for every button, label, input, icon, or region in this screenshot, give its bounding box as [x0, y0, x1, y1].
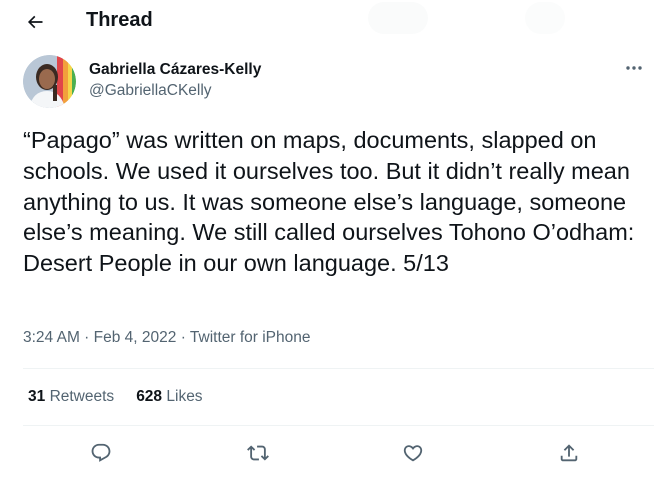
likes-count: 628: [136, 388, 163, 405]
share-button[interactable]: [554, 438, 584, 468]
tweet-stats: 31 Retweets 628 Likes: [28, 388, 203, 406]
likes-label: Likes: [166, 388, 203, 405]
tweet-date[interactable]: Feb 4, 2022: [94, 329, 177, 346]
like-icon: [403, 445, 423, 462]
retweet-button[interactable]: [243, 438, 273, 468]
page-title: Thread: [86, 9, 153, 31]
likes-stat[interactable]: 628 Likes: [136, 388, 202, 406]
author-name[interactable]: Gabriella Cázares-Kelly: [89, 61, 261, 79]
tweet-text: “Papago” was written on maps, documents,…: [23, 127, 635, 277]
reply-button[interactable]: [86, 438, 116, 468]
tweet-meta: 3:24 AM · Feb 4, 2022 · Twitter for iPho…: [23, 329, 311, 347]
more-icon: [626, 66, 642, 70]
tweet-detail-page: Thread Gabriella Cázares-Kelly @Gabriell…: [0, 0, 654, 490]
divider: [23, 368, 654, 369]
back-button[interactable]: [18, 6, 52, 38]
more-options-button[interactable]: [620, 58, 648, 78]
header: Thread: [0, 0, 654, 44]
meta-separator: ·: [176, 329, 190, 346]
retweet-icon: [247, 445, 269, 461]
avatar-image: [23, 55, 76, 108]
tweet-time[interactable]: 3:24 AM: [23, 329, 80, 346]
reply-icon: [91, 443, 111, 462]
header-placeholder: [368, 2, 428, 34]
share-icon: [560, 444, 578, 462]
arrow-left-icon: [27, 15, 43, 29]
tweet-source[interactable]: Twitter for iPhone: [190, 329, 311, 346]
like-button[interactable]: [398, 438, 428, 468]
avatar[interactable]: [23, 55, 76, 108]
author-handle[interactable]: @GabriellaCKelly: [89, 82, 212, 100]
meta-separator: ·: [79, 329, 94, 346]
header-placeholder: [525, 2, 565, 34]
retweets-count: 31: [28, 388, 46, 405]
retweets-stat[interactable]: 31 Retweets: [28, 388, 114, 406]
divider: [23, 425, 654, 426]
retweets-label: Retweets: [49, 388, 115, 405]
